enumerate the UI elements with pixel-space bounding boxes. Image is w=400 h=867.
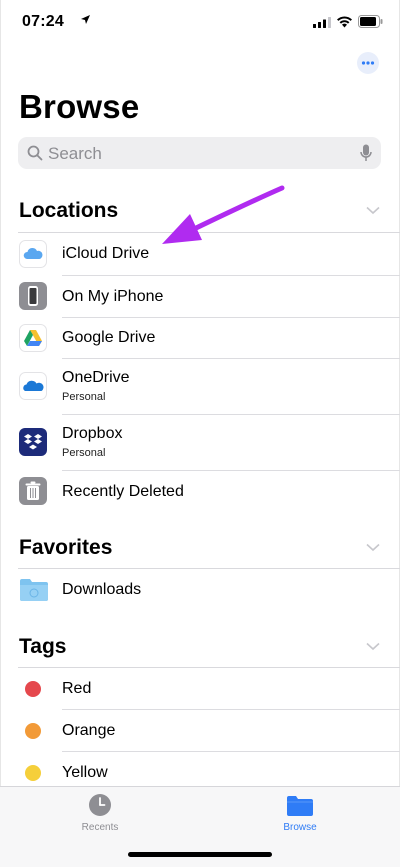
trash-icon (19, 477, 47, 505)
tag-label: Orange (62, 722, 116, 739)
page-title: Browse (19, 88, 140, 125)
tab-browse[interactable]: Browse (240, 787, 360, 847)
search-field[interactable]: Search (18, 137, 381, 169)
status-bar: 07:24 (0, 0, 400, 46)
location-item-onedrive[interactable]: OneDrive Personal (0, 359, 400, 414)
tag-color-dot (25, 723, 41, 739)
tag-color-dot (25, 765, 41, 781)
location-label: Dropbox (62, 425, 123, 442)
wifi-icon (337, 16, 352, 28)
dropbox-icon (19, 428, 47, 456)
location-label: iCloud Drive (62, 245, 150, 262)
section-header-tags: Tags (19, 635, 67, 658)
chevron-down-icon[interactable] (366, 206, 380, 215)
tab-label: Recents (81, 822, 119, 833)
location-label: Recently Deleted (62, 483, 184, 500)
icloud-icon (19, 240, 47, 268)
tag-label: Red (62, 680, 92, 697)
location-item-google-drive[interactable]: Google Drive (0, 318, 400, 358)
folder-filled-icon (287, 796, 313, 816)
tag-color-dot (25, 681, 41, 697)
favorite-label: Downloads (62, 581, 142, 598)
onedrive-icon (19, 372, 47, 400)
location-label: Google Drive (62, 329, 156, 346)
tab-recents[interactable]: Recents (40, 787, 160, 847)
chevron-down-icon[interactable] (366, 543, 380, 552)
home-indicator (128, 852, 272, 857)
tag-item-orange[interactable]: Orange (0, 710, 400, 751)
section-header-locations: Locations (19, 199, 119, 222)
status-time: 07:24 (22, 13, 64, 30)
location-arrow-icon (81, 15, 90, 24)
microphone-icon[interactable] (360, 144, 372, 162)
section-header-favorites: Favorites (19, 536, 113, 559)
search-placeholder: Search (48, 144, 102, 163)
tag-item-yellow[interactable]: Yellow (0, 752, 400, 786)
more-options-button[interactable] (357, 52, 379, 74)
chevron-down-icon[interactable] (366, 642, 380, 651)
location-item-on-my-iphone[interactable]: On My iPhone (0, 276, 400, 317)
annotation-arrow (162, 185, 285, 244)
location-item-recently-deleted[interactable]: Recently Deleted (0, 471, 400, 511)
location-sublabel: Personal (62, 447, 106, 459)
tab-label: Browse (283, 822, 317, 833)
location-label: On My iPhone (62, 288, 164, 305)
google-drive-icon (19, 324, 47, 352)
battery-icon (358, 15, 383, 28)
tag-label: Yellow (62, 764, 108, 781)
clock-icon (89, 794, 111, 816)
ellipsis-icon (361, 61, 375, 65)
location-item-dropbox[interactable]: Dropbox Personal (0, 415, 400, 470)
search-icon (27, 145, 43, 161)
tag-item-red[interactable]: Red (0, 668, 400, 709)
location-sublabel: Personal (62, 391, 106, 403)
cellular-signal-icon (313, 17, 331, 28)
location-label: OneDrive (62, 369, 130, 386)
folder-icon (20, 579, 48, 601)
iphone-icon (19, 282, 47, 310)
favorite-item-downloads[interactable]: Downloads (0, 569, 400, 610)
